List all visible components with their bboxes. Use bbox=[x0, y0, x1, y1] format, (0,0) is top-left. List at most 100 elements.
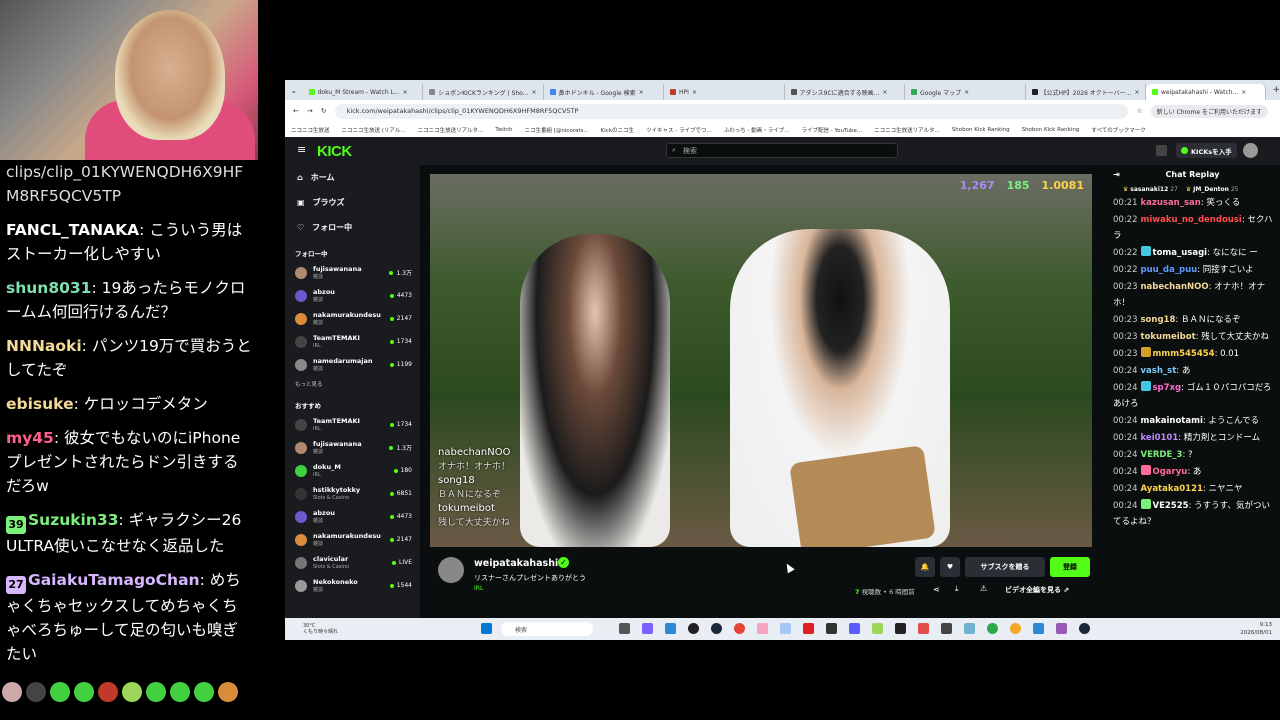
steam-icon[interactable] bbox=[1079, 623, 1090, 634]
photos-icon[interactable] bbox=[665, 623, 676, 634]
user-avatar[interactable] bbox=[1243, 143, 1258, 158]
chat-username[interactable]: vash_st bbox=[1141, 366, 1177, 376]
report-icon[interactable]: ⚠ bbox=[980, 584, 987, 593]
app-icon[interactable] bbox=[780, 623, 791, 634]
system-clock[interactable]: 9:13 2026/08/01 bbox=[1240, 621, 1272, 637]
app-icon[interactable] bbox=[826, 623, 837, 634]
show-more-link[interactable]: もっと見る bbox=[285, 376, 420, 392]
nav-item[interactable]: ♡ フォロー中 bbox=[285, 215, 420, 240]
sidebar-channel[interactable]: nakamurakundesu 雑談 2147 bbox=[285, 528, 420, 551]
app-icon[interactable] bbox=[872, 623, 883, 634]
streamer-name[interactable]: weipatakahashi bbox=[474, 558, 558, 569]
tab-close-icon[interactable]: × bbox=[692, 89, 697, 96]
share-icon[interactable]: ⋖ bbox=[933, 585, 940, 594]
bookmark-item[interactable]: ライブ配信 - YouTube... bbox=[802, 126, 863, 134]
browser-tab[interactable]: アダシス9Cに適合する映画... × bbox=[785, 84, 906, 100]
kick-logo[interactable]: KICK bbox=[317, 143, 352, 160]
bookmark-item[interactable]: ニコニコ生放送 (リアル... bbox=[342, 126, 406, 134]
chat-username[interactable]: VE2525 bbox=[1153, 501, 1189, 511]
left-chat-username[interactable]: NNNaoki bbox=[6, 337, 82, 355]
bookmark-item[interactable]: ニコニコ生放送 bbox=[291, 126, 330, 134]
app-icon[interactable] bbox=[849, 623, 860, 634]
sidebar-channel[interactable]: fujisawanana 雑談 1.3万 bbox=[285, 436, 420, 459]
browser-tab[interactable]: weipatakahashi - Watch... × bbox=[1145, 84, 1267, 100]
url-field[interactable]: kick.com/weipatakahashi/clips/clip_01KYW… bbox=[334, 103, 1129, 119]
bookmark-item[interactable]: Shobon Kick Ranking bbox=[1022, 127, 1080, 133]
browser-tab[interactable]: Google マップ × bbox=[905, 84, 1026, 100]
left-chat-username[interactable]: shun8031 bbox=[6, 279, 91, 297]
chat-username[interactable]: tokumeibot bbox=[1141, 332, 1196, 342]
app-icon[interactable] bbox=[1056, 623, 1067, 634]
grid-icon[interactable] bbox=[1156, 145, 1167, 156]
sidebar-channel[interactable]: doku_M IRL 180 bbox=[285, 459, 420, 482]
bookmark-star-icon[interactable]: ☆ bbox=[1136, 107, 1142, 115]
chrome-icon[interactable] bbox=[734, 623, 745, 634]
weather-widget[interactable]: 30°C くもり時々晴れ bbox=[285, 623, 483, 635]
video-player[interactable]: 1,267 185 1.0081 nabechanNOO オナホ！オナホ！ song… bbox=[430, 174, 1092, 547]
sidebar-channel[interactable]: clavicular Slots & Casino LIVE bbox=[285, 551, 420, 574]
bookmark-item[interactable]: すべてのブックマーク bbox=[1091, 126, 1145, 134]
chat-username[interactable]: kazusan_san bbox=[1141, 198, 1201, 208]
bookmark-item[interactable]: ふわっち - 動画・ライブ... bbox=[724, 126, 790, 134]
bookmark-item[interactable]: ニコ生番組 [@nicorats... bbox=[524, 126, 588, 134]
sidebar-channel[interactable]: abzou 雑談 4473 bbox=[285, 284, 420, 307]
task-view-icon[interactable] bbox=[619, 623, 630, 634]
search-input[interactable]: ⌕ 検索 bbox=[666, 143, 898, 158]
sidebar-channel[interactable]: TeamTEMAKI IRL 1734 bbox=[285, 413, 420, 436]
menu-icon[interactable]: ≡ bbox=[297, 143, 306, 156]
app-icon[interactable] bbox=[1010, 623, 1021, 634]
taskbar-search[interactable]: 検索 bbox=[501, 622, 593, 636]
chrome-update-notice[interactable]: 新しい Chrome をご利用いただけます bbox=[1150, 104, 1268, 118]
nav-item[interactable]: ▣ ブラウズ bbox=[285, 190, 420, 215]
chat-username[interactable]: miwaku_no_dendousi bbox=[1141, 215, 1242, 225]
github-icon[interactable] bbox=[688, 623, 699, 634]
sidebar-channel[interactable]: nakamurakundesu 雑談 2147 bbox=[285, 307, 420, 330]
heart-button[interactable]: ♥ bbox=[940, 557, 960, 577]
tab-list-icon[interactable]: ⌄ bbox=[285, 86, 303, 95]
chat-username[interactable]: nabechanNOO bbox=[1141, 282, 1209, 292]
browser-tab[interactable]: 鼻ホドンキル - Google 検索 × bbox=[544, 84, 665, 100]
chat-username[interactable]: sp7xg bbox=[1153, 383, 1182, 393]
chat-username[interactable]: VERDE_3 bbox=[1141, 450, 1183, 460]
download-icon[interactable]: ⤓ bbox=[955, 584, 959, 594]
left-chat-username[interactable]: my45 bbox=[6, 429, 54, 447]
bookmark-item[interactable]: Twitch bbox=[495, 127, 512, 133]
tab-close-icon[interactable]: × bbox=[1241, 89, 1246, 96]
steam-icon[interactable] bbox=[711, 623, 722, 634]
bookmark-item[interactable]: Kickのニコ生 bbox=[601, 126, 634, 134]
collapse-chat-icon[interactable]: ⇥ bbox=[1113, 170, 1120, 179]
kicks-button[interactable]: KICKsを入手 bbox=[1176, 143, 1237, 158]
nav-item[interactable]: ⌂ ホーム bbox=[285, 165, 420, 190]
bookmark-item[interactable]: ツイキャス - ライブでつ... bbox=[646, 126, 712, 134]
app-icon[interactable] bbox=[757, 623, 768, 634]
chat-username[interactable]: kei0101 bbox=[1141, 433, 1179, 443]
stream-category[interactable]: IRL bbox=[474, 585, 483, 592]
tab-close-icon[interactable]: × bbox=[882, 89, 887, 96]
bookmark-item[interactable]: ニコニコ生放送リアルタ... bbox=[418, 126, 484, 134]
top-gifter[interactable]: ♛ JM_Denton 25 bbox=[1186, 186, 1239, 193]
reload-icon[interactable]: ↻ bbox=[321, 107, 327, 115]
heart-app-icon[interactable] bbox=[803, 623, 814, 634]
browser-tab[interactable]: 【公式HP】2026 オクトーバー... × bbox=[1026, 84, 1146, 100]
browser-tab[interactable]: ショボンKICKランキング | Sho... × bbox=[423, 84, 544, 100]
chat-username[interactable]: song18 bbox=[1141, 315, 1176, 325]
chat-username[interactable]: Ogaryu bbox=[1153, 467, 1188, 477]
gift-sub-button[interactable]: サブスクを贈る bbox=[965, 557, 1045, 577]
start-icon[interactable] bbox=[481, 623, 492, 634]
chat-username[interactable]: mmm545454 bbox=[1153, 349, 1215, 359]
new-tab-icon[interactable]: + bbox=[1272, 85, 1280, 95]
sidebar-channel[interactable]: hstikkytokky Slots & Casino 6851 bbox=[285, 482, 420, 505]
top-gifter[interactable]: ♛ sasanaki12 27 bbox=[1123, 186, 1178, 193]
left-chat-username[interactable]: ebisuke bbox=[6, 395, 74, 413]
back-icon[interactable]: ← bbox=[293, 107, 299, 115]
browser-tab[interactable]: HPI × bbox=[664, 84, 785, 100]
tab-close-icon[interactable]: × bbox=[403, 89, 408, 96]
browser-tab[interactable]: doku_M Stream - Watch L... × bbox=[303, 84, 424, 100]
tab-close-icon[interactable]: × bbox=[964, 89, 969, 96]
chat-username[interactable]: puu_da_puu bbox=[1141, 265, 1198, 275]
tab-close-icon[interactable]: × bbox=[531, 89, 536, 96]
bookmark-item[interactable]: Shobon Kick Ranking bbox=[952, 127, 1010, 133]
tab-close-icon[interactable]: × bbox=[639, 89, 644, 96]
sidebar-channel[interactable]: fujisawanana 雑談 1.3万 bbox=[285, 261, 420, 284]
follow-button[interactable]: 登録 bbox=[1050, 557, 1090, 577]
